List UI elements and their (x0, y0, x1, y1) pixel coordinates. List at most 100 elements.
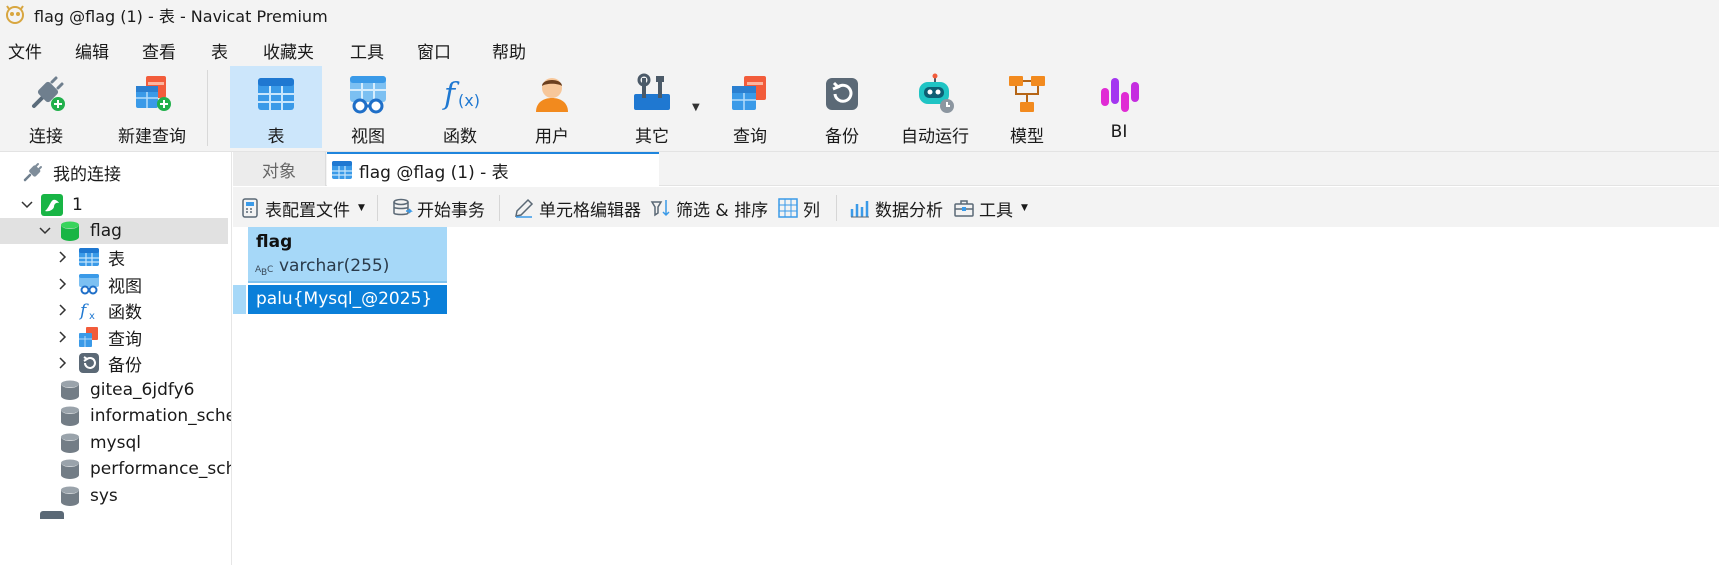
other-button[interactable]: 其它 (614, 66, 690, 148)
begin-transaction-label: 开始事务 (417, 200, 485, 221)
chevron-right-icon[interactable] (56, 277, 70, 291)
menu-favorites[interactable]: 收藏夹 (263, 38, 314, 63)
function-fx-icon: f (x) (442, 77, 480, 112)
database-label: performance_schema (90, 459, 231, 479)
column-type: varchar(255) (279, 256, 390, 276)
tree-item-views[interactable]: 视图 (0, 271, 231, 297)
column-header-flag[interactable]: flag A B C varchar(255) (248, 227, 447, 283)
tools-dropdown-caret-icon[interactable]: ▼ (1021, 203, 1028, 213)
connect-button[interactable]: 连接 (16, 66, 76, 148)
data-grid: flag A B C varchar(255) palu{Mysql_@2025… (233, 227, 1719, 565)
table-button[interactable]: 表 (230, 66, 322, 148)
window-title: flag @flag (1) - 表 - Navicat Premium (34, 7, 328, 26)
backup-restore-icon (79, 353, 99, 373)
table-cell-selected[interactable]: palu{Mysql_@2025} (248, 285, 447, 314)
column-name: flag (256, 232, 293, 252)
connection-tree: 我的连接 1 flag 表 视图 f x 函数 查询 备份 gitea_6jdf… (0, 152, 232, 565)
tree-connection-1[interactable]: 1 (0, 192, 231, 218)
tab-flag-table[interactable]: flag @flag (1) - 表 (327, 152, 659, 186)
columns-label: 列 (803, 200, 820, 221)
tree-database-performance-schema[interactable]: performance_schema (0, 456, 231, 482)
tree-item-queries[interactable]: 查询 (0, 324, 231, 350)
filter-sort-icon (650, 200, 670, 217)
tree-item-backups[interactable]: 备份 (0, 350, 231, 376)
database-label: gitea_6jdfy6 (90, 380, 195, 400)
filter-sort-button[interactable]: 筛选 & 排序 (650, 196, 769, 221)
tab-strip: 对象 flag @flag (1) - 表 (233, 152, 1719, 186)
tab-objects[interactable]: 对象 (233, 152, 326, 186)
view-glasses-icon (350, 76, 386, 114)
table-profile-button[interactable]: 表配置文件 ▼ (239, 196, 365, 221)
menu-view[interactable]: 查看 (142, 38, 176, 63)
filter-sort-label: 筛选 & 排序 (676, 200, 769, 221)
tree-database-mysql[interactable]: mysql (0, 430, 231, 456)
automation-button[interactable]: 自动运行 (890, 66, 980, 148)
view-label: 视图 (351, 127, 385, 147)
tree-database-sys[interactable]: sys (0, 483, 231, 509)
tree-database-flag[interactable]: flag (0, 218, 228, 244)
view-glasses-icon (79, 274, 99, 295)
backup-button[interactable]: 备份 (804, 66, 880, 148)
row-selector[interactable] (233, 285, 246, 314)
chevron-right-icon[interactable] (56, 250, 70, 264)
cell-editor-label: 单元格编辑器 (539, 200, 641, 221)
profile-calculator-icon (242, 198, 258, 218)
navicat-logo-icon (5, 5, 25, 25)
tree-database-information-schema[interactable]: information_schema (0, 403, 231, 429)
cell-editor-button[interactable]: 单元格编辑器 (513, 196, 641, 221)
data-analysis-button[interactable]: 数据分析 (849, 196, 943, 221)
menu-file[interactable]: 文件 (8, 38, 42, 63)
connection-plug-icon (23, 163, 42, 182)
user-button[interactable]: 用户 (514, 66, 590, 148)
tools-button[interactable]: 工具 ▼ (953, 196, 1028, 221)
view-button[interactable]: 视图 (330, 66, 406, 148)
pencil-edit-icon (515, 198, 534, 218)
columns-button[interactable]: 列 (777, 196, 820, 221)
bi-button[interactable]: BI (1081, 66, 1157, 148)
menu-edit[interactable]: 编辑 (75, 38, 109, 63)
chevron-down-icon[interactable] (20, 198, 34, 212)
menu-bar: 文件 编辑 查看 表 收藏夹 工具 窗口 帮助 (0, 30, 1719, 66)
user-label: 用户 (535, 127, 569, 147)
query-icon (79, 327, 98, 347)
database-label: sys (90, 486, 118, 506)
model-button[interactable]: 模型 (989, 66, 1065, 148)
database-stack-icon (393, 198, 413, 216)
chevron-right-icon[interactable] (56, 356, 70, 370)
menu-window[interactable]: 窗口 (417, 38, 451, 63)
tree-item-functions[interactable]: f x 函数 (0, 297, 231, 323)
tree-item-label: 查询 (108, 329, 142, 350)
tree-item-label: 表 (108, 249, 125, 270)
chevron-right-icon[interactable] (56, 330, 70, 344)
new-query-label: 新建查询 (118, 127, 186, 147)
tree-item-label: 函数 (108, 302, 142, 323)
tree-item-tables[interactable]: 表 (0, 244, 231, 270)
tree-database-gitea[interactable]: gitea_6jdfy6 (0, 377, 231, 403)
profile-dropdown-caret-icon[interactable]: ▼ (358, 203, 365, 213)
function-label: 函数 (443, 127, 477, 147)
function-button[interactable]: f (x) 函数 (422, 66, 498, 148)
database-label: mysql (90, 433, 141, 453)
begin-transaction-button[interactable]: 开始事务 (391, 196, 485, 221)
connect-plug-icon (32, 76, 65, 111)
other-dropdown-caret-icon[interactable]: ▼ (692, 102, 700, 113)
table-icon (79, 248, 99, 266)
tree-root-my-connections[interactable]: 我的连接 (0, 159, 231, 185)
database-closed-icon (61, 459, 79, 479)
query-button[interactable]: 查询 (712, 66, 788, 148)
new-query-button[interactable]: 新建查询 (102, 66, 202, 148)
connect-label: 连接 (29, 127, 63, 147)
toolbar-separator (207, 70, 208, 146)
new-query-icon (136, 76, 171, 111)
menu-help[interactable]: 帮助 (492, 38, 526, 63)
chevron-right-icon[interactable] (56, 303, 70, 317)
automation-robot-icon (919, 73, 954, 113)
database-closed-icon (61, 380, 79, 400)
svg-text:(x): (x) (458, 91, 480, 110)
chevron-down-icon[interactable] (38, 224, 52, 238)
database-closed-icon (61, 406, 79, 426)
tab-label: flag @flag (1) - 表 (359, 162, 509, 183)
menu-tools[interactable]: 工具 (350, 38, 384, 63)
tree-item-label: 视图 (108, 276, 142, 297)
menu-table[interactable]: 表 (211, 38, 228, 63)
